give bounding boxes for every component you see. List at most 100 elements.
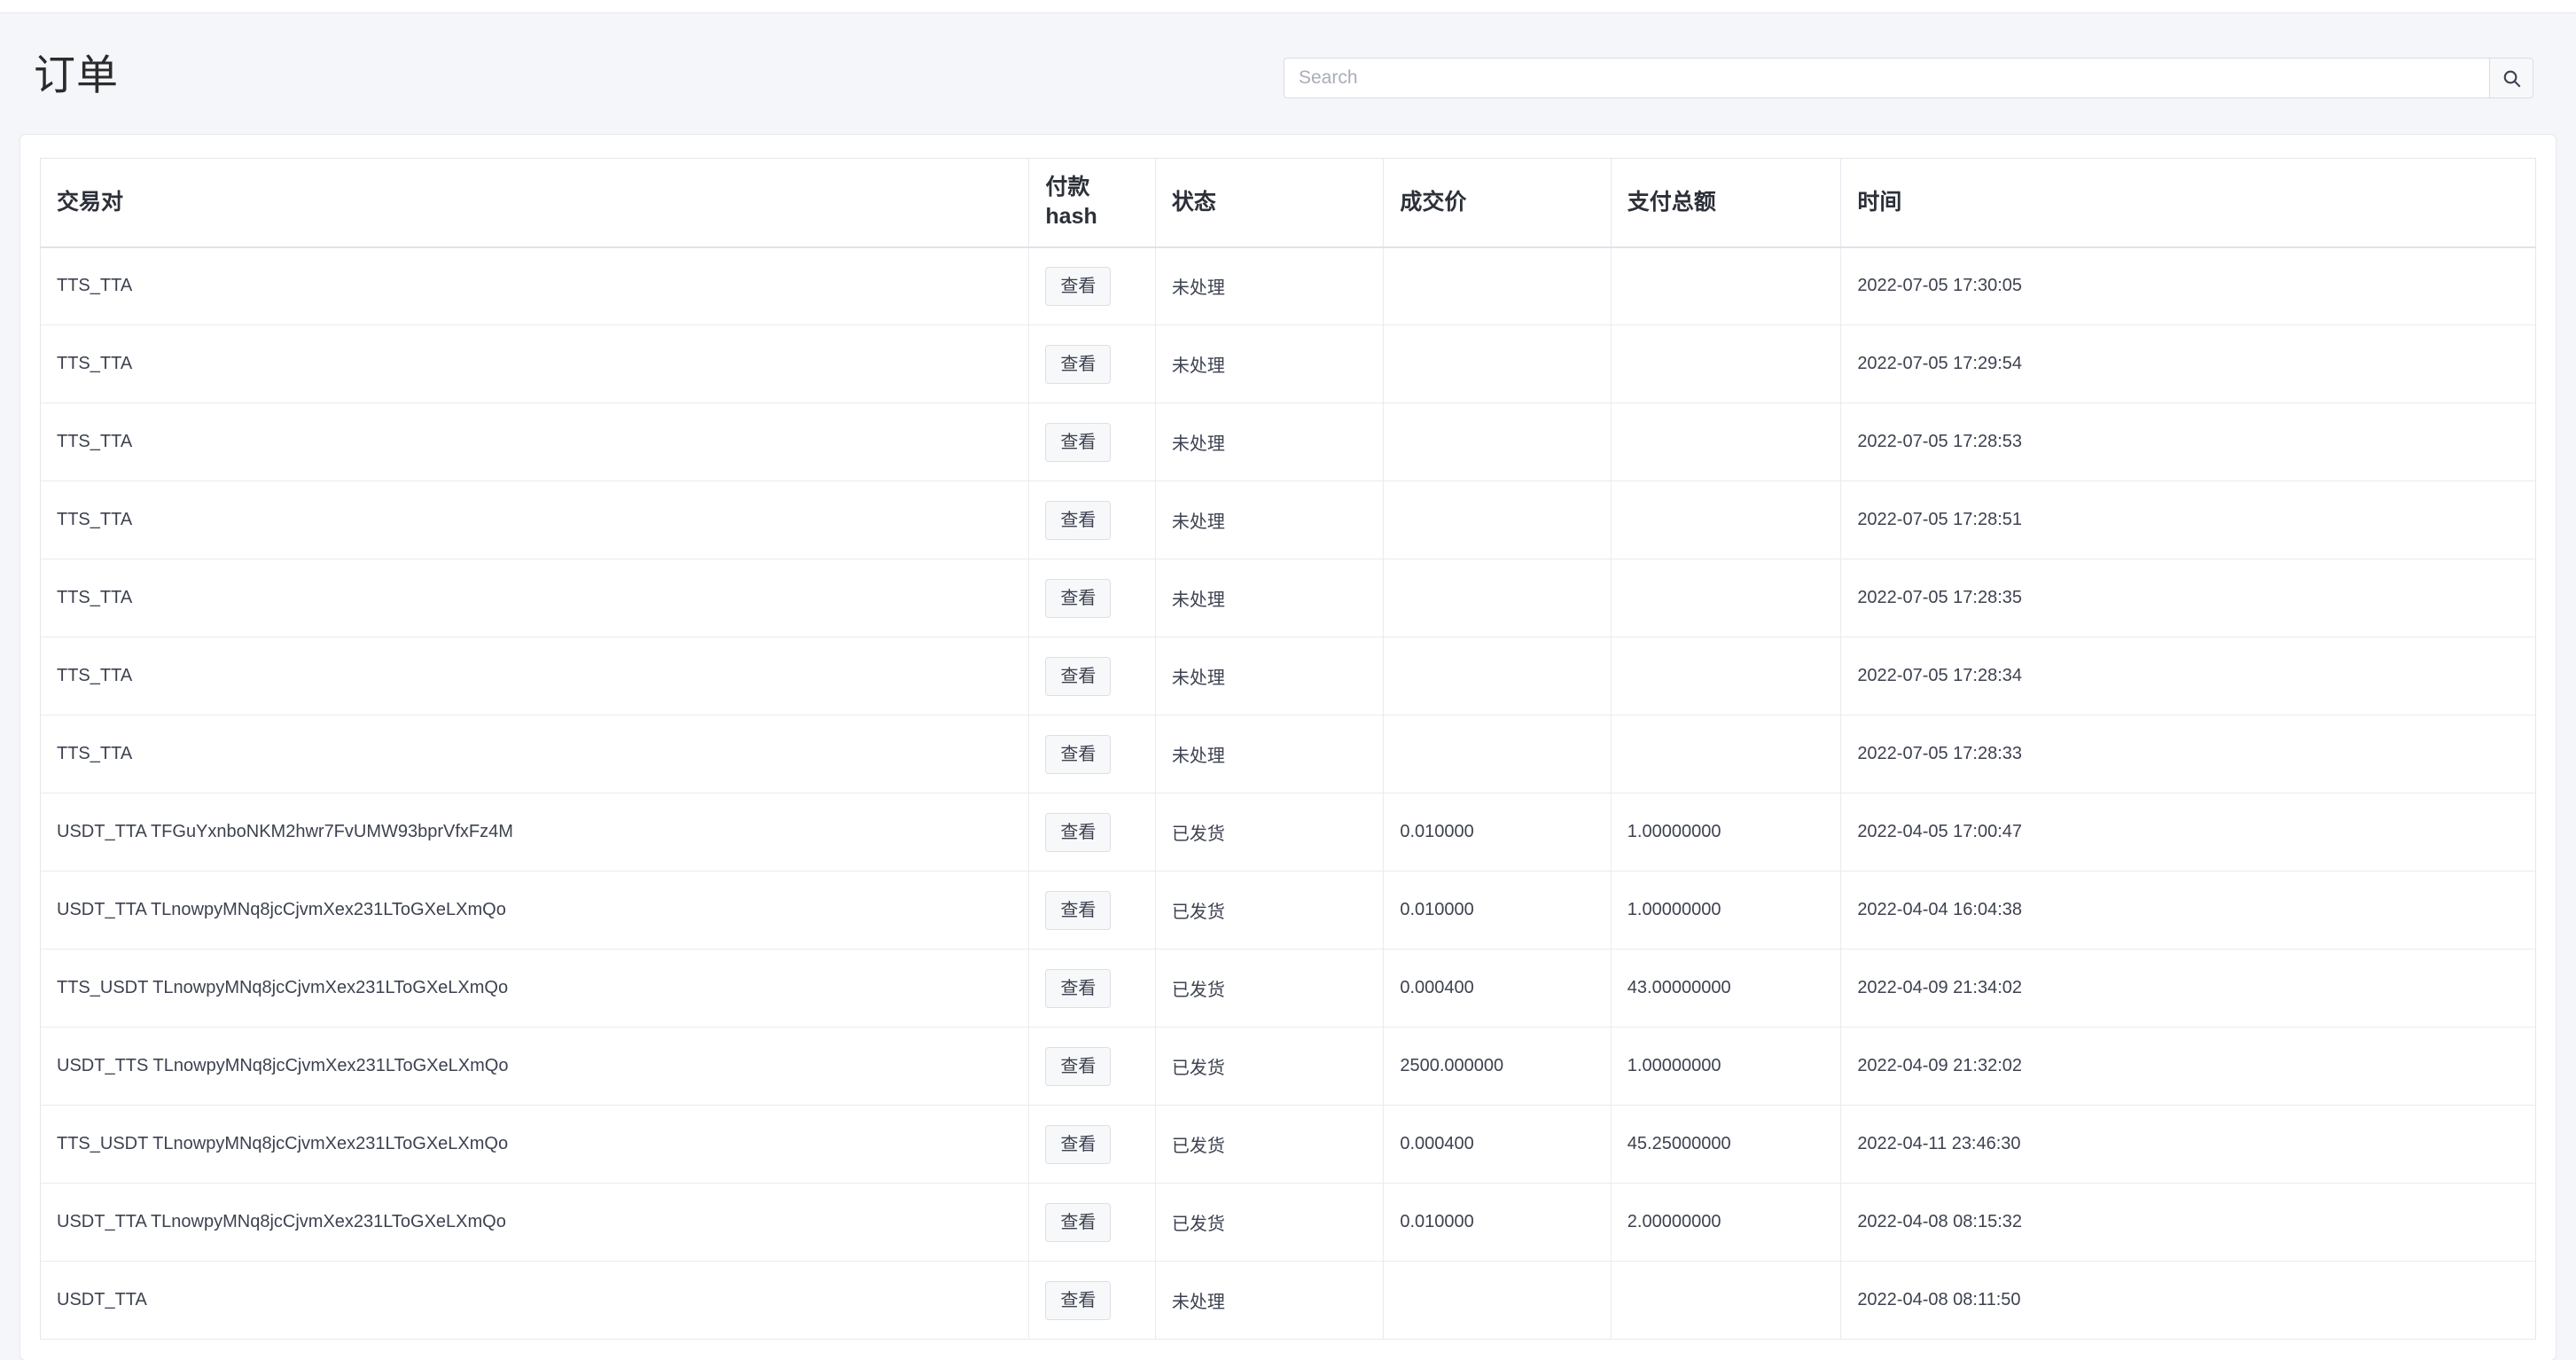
cell-status: 已发货 <box>1155 1105 1385 1184</box>
table-row: TTS_USDT TLnowpyMNq8jcCjvmXex231LToGXeLX… <box>40 949 2536 1028</box>
cell-pair: TTS_USDT TLnowpyMNq8jcCjvmXex231LToGXeLX… <box>40 949 1030 1028</box>
orders-table: 交易对 付款 hash 状态 成交价 支付总额 时间 TTS_TTA 查看 未处理 20… <box>40 158 2536 1340</box>
table-row: TTS_USDT TLnowpyMNq8jcCjvmXex231LToGXeLX… <box>40 1105 2536 1184</box>
table-header-row: 交易对 付款 hash 状态 成交价 支付总额 时间 <box>40 158 2536 248</box>
cell-price <box>1383 1261 1612 1340</box>
cell-time: 2022-04-09 21:32:02 <box>1840 1027 2536 1106</box>
cell-time: 2022-04-04 16:04:38 <box>1840 871 2536 950</box>
cell-price <box>1383 324 1612 403</box>
cell-price: 2500.000000 <box>1383 1027 1612 1106</box>
table-row: TTS_TTA 查看 未处理 2022-07-05 17:28:34 <box>40 637 2536 715</box>
cell-price: 0.000400 <box>1383 1105 1612 1184</box>
view-hash-button[interactable]: 查看 <box>1045 1124 1112 1164</box>
search-input[interactable] <box>1284 58 2489 98</box>
cell-status: 已发货 <box>1155 1183 1385 1262</box>
view-hash-button[interactable]: 查看 <box>1045 656 1112 696</box>
orders-card: 交易对 付款 hash 状态 成交价 支付总额 时间 TTS_TTA 查看 未处理 20… <box>20 134 2556 1360</box>
cell-status: 未处理 <box>1155 559 1385 637</box>
browser-top-strip <box>0 0 2576 12</box>
cell-pair: TTS_TTA <box>40 481 1030 559</box>
view-hash-button[interactable]: 查看 <box>1045 1046 1112 1086</box>
table-row: TTS_TTA 查看 未处理 2022-07-05 17:29:54 <box>40 324 2536 403</box>
page-title: 订单 <box>34 51 119 98</box>
cell-total: 43.00000000 <box>1611 949 1842 1028</box>
cell-pair: TTS_TTA <box>40 637 1030 715</box>
view-hash-button[interactable]: 查看 <box>1045 734 1112 774</box>
cell-time: 2022-04-09 21:34:02 <box>1840 949 2536 1028</box>
table-row: TTS_TTA 查看 未处理 2022-07-05 17:28:53 <box>40 403 2536 481</box>
cell-time: 2022-07-05 17:28:51 <box>1840 481 2536 559</box>
table-body: TTS_TTA 查看 未处理 2022-07-05 17:30:05 TTS_TTA 查看… <box>40 246 2536 1340</box>
cell-price <box>1383 403 1612 481</box>
view-hash-button[interactable]: 查看 <box>1045 578 1112 618</box>
cell-total <box>1611 481 1842 559</box>
view-hash-button[interactable]: 查看 <box>1045 500 1112 540</box>
cell-pair: USDT_TTA TLnowpyMNq8jcCjvmXex231LToGXeLX… <box>40 871 1030 950</box>
cell-time: 2022-07-05 17:28:34 <box>1840 637 2536 715</box>
cell-price <box>1383 559 1612 637</box>
cell-time: 2022-07-05 17:30:05 <box>1840 246 2536 325</box>
cell-time: 2022-07-05 17:29:54 <box>1840 324 2536 403</box>
search-button[interactable] <box>2489 58 2533 98</box>
view-hash-button[interactable]: 查看 <box>1045 1280 1112 1320</box>
cell-status: 已发货 <box>1155 949 1385 1028</box>
cell-status: 未处理 <box>1155 637 1385 715</box>
column-header-hash-line2: hash <box>1045 204 1097 230</box>
table-row: USDT_TTA 查看 未处理 2022-04-08 08:11:50 <box>40 1261 2536 1340</box>
column-header-hash-line1: 付款 <box>1045 175 1090 200</box>
cell-price <box>1383 715 1612 793</box>
cell-status: 未处理 <box>1155 481 1385 559</box>
cell-total <box>1611 715 1842 793</box>
cell-pair: TTS_TTA <box>40 246 1030 325</box>
cell-status: 未处理 <box>1155 1261 1385 1340</box>
cell-hash: 查看 <box>1028 403 1156 481</box>
cell-hash: 查看 <box>1028 1183 1156 1262</box>
view-hash-button[interactable]: 查看 <box>1045 1202 1112 1242</box>
cell-total <box>1611 324 1842 403</box>
cell-pair: TTS_TTA <box>40 403 1030 481</box>
cell-status: 未处理 <box>1155 403 1385 481</box>
view-hash-button[interactable]: 查看 <box>1045 422 1112 462</box>
cell-status: 已发货 <box>1155 793 1385 871</box>
cell-time: 2022-04-05 17:00:47 <box>1840 793 2536 871</box>
table-row: TTS_TTA 查看 未处理 2022-07-05 17:28:51 <box>40 481 2536 559</box>
column-header-status: 状态 <box>1155 158 1385 248</box>
column-header-total: 支付总额 <box>1611 158 1842 248</box>
column-header-pair: 交易对 <box>40 158 1030 248</box>
cell-hash: 查看 <box>1028 715 1156 793</box>
view-hash-button[interactable]: 查看 <box>1045 344 1112 384</box>
cell-status: 未处理 <box>1155 715 1385 793</box>
cell-pair: TTS_TTA <box>40 559 1030 637</box>
cell-pair: USDT_TTS TLnowpyMNq8jcCjvmXex231LToGXeLX… <box>40 1027 1030 1106</box>
cell-time: 2022-07-05 17:28:53 <box>1840 403 2536 481</box>
column-header-price: 成交价 <box>1383 158 1612 248</box>
search-icon <box>2502 68 2522 89</box>
cell-total <box>1611 1261 1842 1340</box>
cell-status: 已发货 <box>1155 1027 1385 1106</box>
cell-pair: TTS_TTA <box>40 324 1030 403</box>
view-hash-button[interactable]: 查看 <box>1045 890 1112 930</box>
cell-status: 未处理 <box>1155 324 1385 403</box>
cell-pair: TTS_USDT TLnowpyMNq8jcCjvmXex231LToGXeLX… <box>40 1105 1030 1184</box>
cell-total: 1.00000000 <box>1611 871 1842 950</box>
view-hash-button[interactable]: 查看 <box>1045 812 1112 852</box>
column-header-hash: 付款 hash <box>1028 158 1156 248</box>
cell-price: 0.000400 <box>1383 949 1612 1028</box>
cell-status: 未处理 <box>1155 246 1385 325</box>
cell-price: 0.010000 <box>1383 793 1612 871</box>
cell-total <box>1611 246 1842 325</box>
cell-hash: 查看 <box>1028 559 1156 637</box>
table-row: USDT_TTS TLnowpyMNq8jcCjvmXex231LToGXeLX… <box>40 1027 2536 1106</box>
view-hash-button[interactable]: 查看 <box>1045 266 1112 306</box>
cell-total <box>1611 637 1842 715</box>
cell-pair: TTS_TTA <box>40 715 1030 793</box>
cell-total <box>1611 403 1842 481</box>
cell-hash: 查看 <box>1028 246 1156 325</box>
table-row: USDT_TTA TFGuYxnboNKM2hwr7FvUMW93bprVfxF… <box>40 793 2536 871</box>
cell-price: 0.010000 <box>1383 871 1612 950</box>
cell-hash: 查看 <box>1028 324 1156 403</box>
cell-time: 2022-04-08 08:15:32 <box>1840 1183 2536 1262</box>
table-row: TTS_TTA 查看 未处理 2022-07-05 17:28:33 <box>40 715 2536 793</box>
cell-total: 1.00000000 <box>1611 793 1842 871</box>
view-hash-button[interactable]: 查看 <box>1045 968 1112 1008</box>
